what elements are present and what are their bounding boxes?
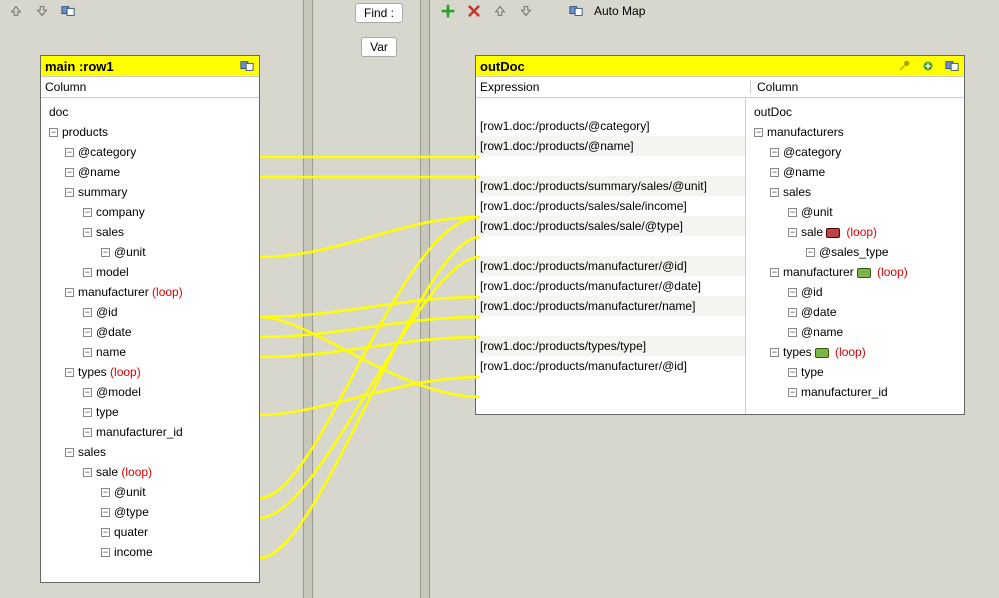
node-out-id[interactable]: −@id <box>750 282 962 302</box>
node-date[interactable]: −@date <box>45 322 257 342</box>
node-out-sale[interactable]: −sale (loop) <box>750 222 962 242</box>
node-tmanufacturer-id[interactable]: −manufacturer_id <box>45 422 257 442</box>
add-icon[interactable] <box>440 3 456 19</box>
node-out-category[interactable]: −@category <box>750 142 962 162</box>
splitter-1[interactable] <box>303 0 313 598</box>
expr-row[interactable]: [row1.doc:/products/manufacturer/@date] <box>476 276 745 296</box>
node-out-types[interactable]: −types (loop) <box>750 342 962 362</box>
left-panel-title: main :row1 <box>45 59 114 74</box>
node-model[interactable]: −model <box>45 262 257 282</box>
expr-row[interactable]: [row1.doc:/products/sales/sale/income] <box>476 196 745 216</box>
dualscreen-icon[interactable] <box>239 58 255 74</box>
expr-row[interactable]: [row1.doc:/products/types/type] <box>476 336 745 356</box>
group-icon <box>815 348 829 358</box>
node-company[interactable]: −company <box>45 202 257 222</box>
node-sincome[interactable]: −income <box>45 542 257 562</box>
node-outdoc[interactable]: outDoc <box>750 102 962 122</box>
node-out-date[interactable]: −@date <box>750 302 962 322</box>
node-mname[interactable]: −name <box>45 342 257 362</box>
node-manufacturer[interactable]: −manufacturer (loop) <box>45 282 257 302</box>
header-column: Column <box>750 80 960 94</box>
node-out-sales-type[interactable]: −@sales_type <box>750 242 962 262</box>
node-doc[interactable]: doc <box>45 102 257 122</box>
var-button[interactable]: Var <box>361 37 397 57</box>
node-stype[interactable]: −@type <box>45 502 257 522</box>
add-mapping-icon[interactable] <box>920 58 936 74</box>
expr-row[interactable]: [row1.doc:/products/@name] <box>476 136 745 156</box>
dualscreen-icon[interactable] <box>568 3 584 19</box>
node-out-mname[interactable]: −@name <box>750 322 962 342</box>
node-out-manufacturer-id[interactable]: −manufacturer_id <box>750 382 962 402</box>
node-out-manufacturer[interactable]: −manufacturer (loop) <box>750 262 962 282</box>
arrow-down-icon[interactable] <box>34 3 50 19</box>
node-sales[interactable]: −sales <box>45 222 257 242</box>
arrow-down-icon[interactable] <box>518 3 534 19</box>
splitter-2[interactable] <box>420 0 430 598</box>
node-category[interactable]: −@category <box>45 142 257 162</box>
right-panel: outDoc Expression Column [row1.doc:/prod… <box>475 55 965 415</box>
group-icon <box>857 268 871 278</box>
node-unit[interactable]: −@unit <box>45 242 257 262</box>
node-out-name[interactable]: −@name <box>750 162 962 182</box>
find-button[interactable]: Find : <box>355 3 403 23</box>
expr-row[interactable]: [row1.doc:/products/@category] <box>476 116 745 136</box>
arrow-up-icon[interactable] <box>492 3 508 19</box>
node-products[interactable]: −products <box>45 122 257 142</box>
right-tree: outDoc −manufacturers −@category −@name … <box>746 98 964 406</box>
right-panel-title: outDoc <box>480 59 525 74</box>
arrow-up-icon[interactable] <box>8 3 24 19</box>
node-sales2[interactable]: −sales <box>45 442 257 462</box>
node-ttype[interactable]: −type <box>45 402 257 422</box>
expr-row[interactable]: [row1.doc:/products/summary/sales/@unit] <box>476 176 745 196</box>
node-types[interactable]: −types (loop) <box>45 362 257 382</box>
node-summary[interactable]: −summary <box>45 182 257 202</box>
expr-row[interactable]: [row1.doc:/products/manufacturer/name] <box>476 296 745 316</box>
expr-row[interactable]: [row1.doc:/products/manufacturer/@id] <box>476 256 745 276</box>
remove-icon[interactable] <box>466 3 482 19</box>
expression-list: [row1.doc:/products/@category] [row1.doc… <box>476 98 746 414</box>
dualscreen-icon[interactable] <box>944 58 960 74</box>
node-squater[interactable]: −quater <box>45 522 257 542</box>
left-tree: doc −products −@category −@name −summary… <box>41 98 259 566</box>
expr-row[interactable]: [row1.doc:/products/manufacturer/@id] <box>476 356 745 376</box>
expr-row[interactable]: [row1.doc:/products/sales/sale/@type] <box>476 216 745 236</box>
automap-label[interactable]: Auto Map <box>594 4 645 18</box>
node-sunit[interactable]: −@unit <box>45 482 257 502</box>
node-tmodel[interactable]: −@model <box>45 382 257 402</box>
node-out-type[interactable]: −type <box>750 362 962 382</box>
wrench-icon[interactable] <box>896 58 912 74</box>
dualscreen-icon[interactable] <box>60 3 76 19</box>
node-name[interactable]: −@name <box>45 162 257 182</box>
left-panel: main :row1 Column doc −products −@catego… <box>40 55 260 583</box>
node-id[interactable]: −@id <box>45 302 257 322</box>
header-expression: Expression <box>480 80 750 94</box>
node-out-unit[interactable]: −@unit <box>750 202 962 222</box>
left-header: Column <box>45 80 255 94</box>
node-manufacturers[interactable]: −manufacturers <box>750 122 962 142</box>
group-icon <box>826 228 840 238</box>
node-sale[interactable]: −sale (loop) <box>45 462 257 482</box>
node-out-sales[interactable]: −sales <box>750 182 962 202</box>
